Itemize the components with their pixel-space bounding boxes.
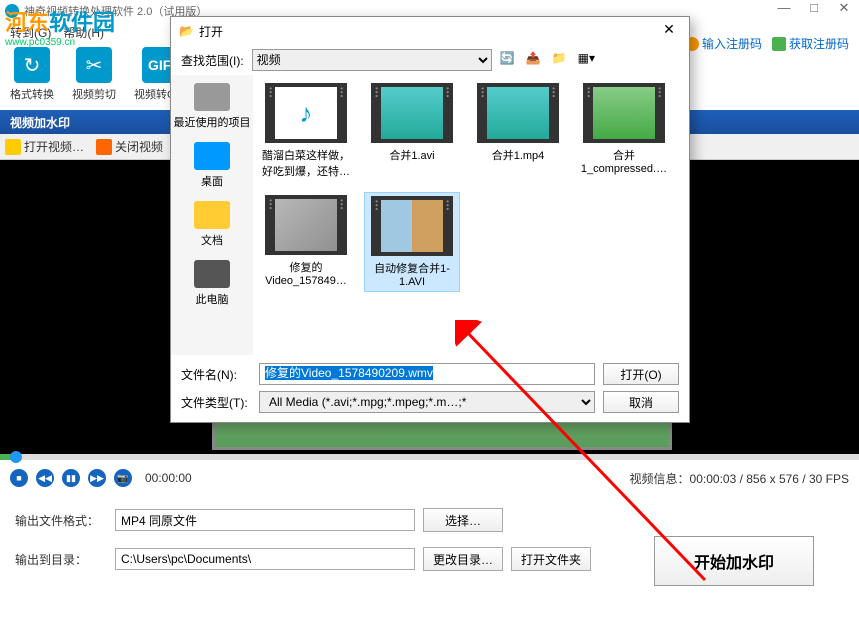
choose-format-button[interactable]: 选择… <box>423 508 503 532</box>
minimize-button[interactable]: — <box>769 0 799 20</box>
tool-convert[interactable]: ↻ 格式转换 <box>10 47 54 105</box>
output-format-input[interactable] <box>115 509 415 531</box>
enter-regcode-link[interactable]: 输入注册码 <box>685 35 762 52</box>
music-icon: ♪ <box>275 87 337 139</box>
timeline[interactable] <box>0 454 859 460</box>
timeline-handle[interactable] <box>10 451 22 463</box>
forward-button[interactable]: ▶▶ <box>88 469 106 487</box>
convert-icon: ↻ <box>14 47 50 83</box>
open-video-button[interactable]: 打开视频… <box>5 138 84 155</box>
dialog-title: 打开 <box>199 23 223 40</box>
back-icon[interactable]: 🔄 <box>500 51 518 69</box>
card-icon <box>772 37 786 51</box>
filetype-dropdown[interactable]: All Media (*.avi;*.mpg;*.mpeg;*.m…;* <box>259 391 595 413</box>
file-item[interactable]: ♪醋溜白菜这样做，好吃到爆，还特… <box>258 80 354 182</box>
file-item[interactable]: 合并1.avi <box>364 80 460 182</box>
view-icon[interactable]: ▦▾ <box>578 51 596 69</box>
dialog-close-button[interactable]: ✕ <box>657 21 681 41</box>
start-watermark-button[interactable]: 开始加水印 <box>654 536 814 586</box>
maximize-button[interactable]: □ <box>799 0 829 20</box>
newfolder-icon[interactable]: 📁 <box>552 51 570 69</box>
change-dir-button[interactable]: 更改目录… <box>423 547 503 571</box>
file-item[interactable]: 合并1_compressed.… <box>576 80 672 182</box>
file-item-selected[interactable]: 自动修复合并1-1.AVI <box>364 192 460 292</box>
tool-crop[interactable]: ✂ 视频剪切 <box>72 47 116 105</box>
output-dir-input[interactable] <box>115 548 415 570</box>
crop-icon: ✂ <box>76 47 112 83</box>
video-info: 视频信息：00:00:03 / 856 x 576 / 30 FPS <box>630 470 849 487</box>
up-icon[interactable]: 📤 <box>526 51 544 69</box>
sidebar-thispc[interactable]: 此电脑 <box>194 260 230 307</box>
sidebar-desktop[interactable]: 桌面 <box>194 142 230 189</box>
dialog-sidebar: 最近使用的项目 桌面 文档 此电脑 <box>171 75 253 355</box>
folder-icon <box>5 139 21 155</box>
playback-controls: ■ ◀◀ ▮▮ ▶▶ 📷 00:00:00 视频信息：00:00:03 / 85… <box>0 460 859 496</box>
close-button[interactable]: ✕ <box>829 0 859 20</box>
lookin-row: 查找范围(I): 视频 🔄 📤 📁 ▦▾ <box>171 45 689 75</box>
window-controls: — □ ✕ <box>769 0 859 20</box>
filetype-label: 文件类型(T): <box>181 394 251 411</box>
close-video-icon <box>96 139 112 155</box>
snapshot-button[interactable]: 📷 <box>114 469 132 487</box>
lookin-dropdown[interactable]: 视频 <box>252 49 492 71</box>
stop-button[interactable]: ■ <box>10 469 28 487</box>
file-item[interactable]: 修复的Video_157849… <box>258 192 354 292</box>
rewind-button[interactable]: ◀◀ <box>36 469 54 487</box>
close-video-button[interactable]: 关闭视频 <box>96 138 163 155</box>
file-list: ♪醋溜白菜这样做，好吃到爆，还特… 合并1.avi 合并1.mp4 合并1_co… <box>253 75 689 355</box>
filename-label: 文件名(N): <box>181 366 251 383</box>
dialog-cancel-button[interactable]: 取消 <box>603 391 679 413</box>
filename-input[interactable]: 修复的Video_1578490209.wmv <box>259 363 595 385</box>
output-dir-label: 输出到目录： <box>15 551 115 568</box>
lookin-label: 查找范围(I): <box>181 52 244 69</box>
file-item[interactable]: 合并1.mp4 <box>470 80 566 182</box>
open-folder-button[interactable]: 打开文件夹 <box>511 547 591 571</box>
dialog-bottom: 文件名(N): 修复的Video_1578490209.wmv 打开(O) 文件… <box>171 355 689 427</box>
sidebar-documents[interactable]: 文档 <box>194 201 230 248</box>
sidebar-recent[interactable]: 最近使用的项目 <box>174 83 251 130</box>
get-regcode-link[interactable]: 获取注册码 <box>772 35 849 52</box>
file-open-dialog: 📂 打开 ✕ 查找范围(I): 视频 🔄 📤 📁 ▦▾ 最近使用的项目 桌面 文… <box>170 16 690 423</box>
dialog-open-button[interactable]: 打开(O) <box>603 363 679 385</box>
time-display: 00:00:00 <box>145 471 192 485</box>
play-button[interactable]: ▮▮ <box>62 469 80 487</box>
dialog-titlebar: 📂 打开 ✕ <box>171 17 689 45</box>
site-watermark: 河东软件园 www.pc0359.cn <box>5 5 115 48</box>
output-format-label: 输出文件格式： <box>15 512 115 529</box>
